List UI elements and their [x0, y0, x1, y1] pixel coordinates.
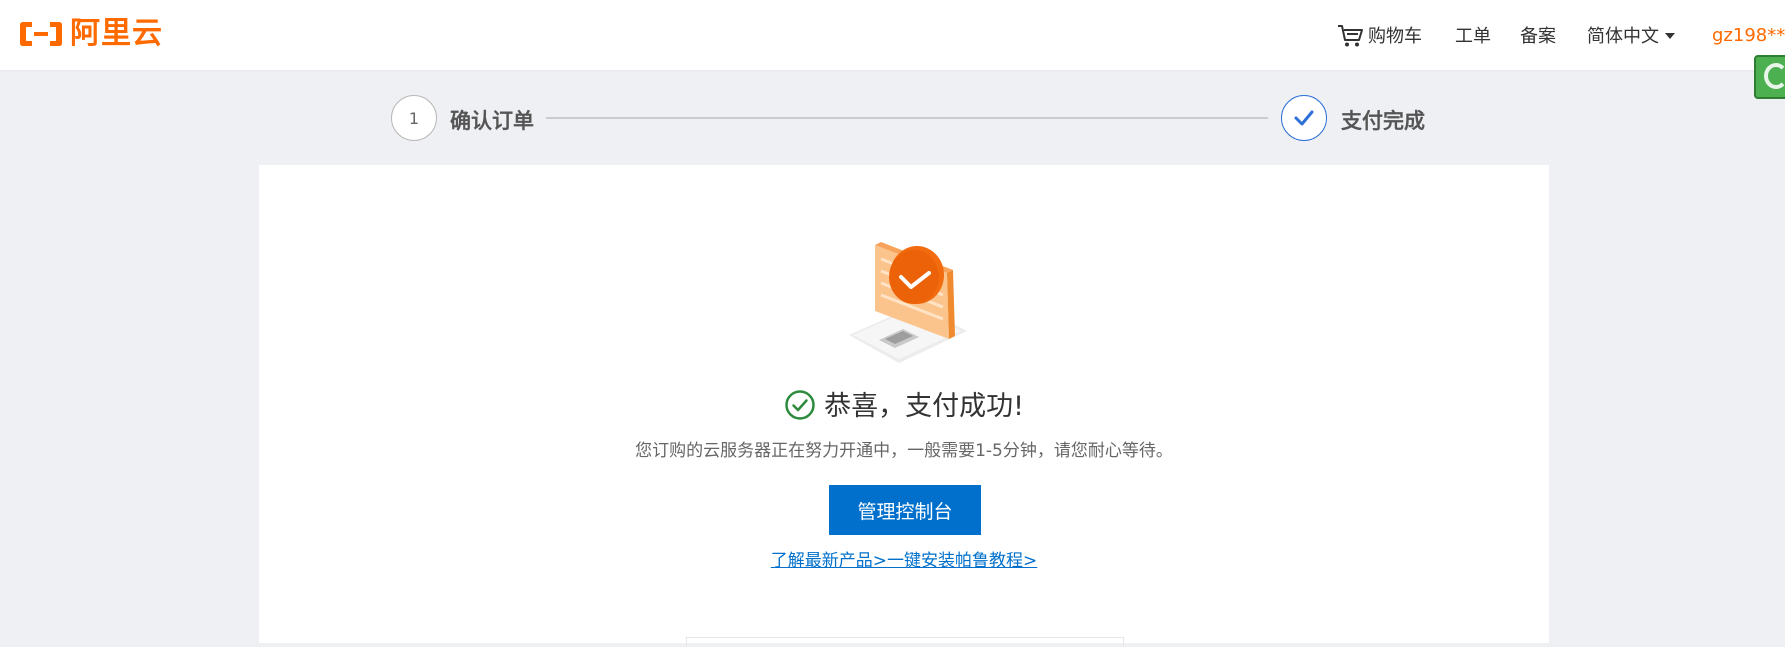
- caret-down-icon: [1665, 33, 1675, 39]
- step-1-circle: 1: [391, 95, 437, 141]
- step-2-circle: [1281, 95, 1327, 141]
- success-title-text: 恭喜，支付成功!: [824, 391, 1024, 422]
- floating-extension-icon[interactable]: [1754, 55, 1785, 99]
- language-selector[interactable]: 简体中文: [1587, 0, 1675, 70]
- management-console-button[interactable]: 管理控制台: [829, 485, 981, 535]
- learn-more-link[interactable]: 了解最新产品>一键安装帕鲁教程>: [259, 547, 1549, 575]
- step-connector-line: [546, 117, 1268, 119]
- language-label: 简体中文: [1587, 26, 1659, 47]
- payment-result-card: 恭喜，支付成功! 您订购的云服务器正在努力开通中，一般需要1-5分钟，请您耐心等…: [259, 165, 1549, 647]
- bottom-panel-edge: [686, 637, 1124, 647]
- filing-link[interactable]: 备案: [1520, 0, 1556, 70]
- aliyun-logo[interactable]: 阿里云: [18, 16, 163, 52]
- logo-text: 阿里云: [70, 16, 163, 51]
- checkmark-icon: [1294, 110, 1314, 126]
- step-1-label: 确认订单: [450, 109, 534, 133]
- step-2-label: 支付完成: [1341, 109, 1425, 133]
- shopping-cart-icon: [1338, 25, 1363, 47]
- ticket-link[interactable]: 工单: [1455, 0, 1491, 70]
- top-navigation-bar: 阿里云 购物车 工单 备案 简体中文 gz198****: [0, 0, 1785, 70]
- cart-label: 购物车: [1368, 26, 1422, 47]
- cart-link[interactable]: 购物车: [1336, 0, 1422, 70]
- success-subtitle: 您订购的云服务器正在努力开通中，一般需要1-5分钟，请您耐心等待。: [635, 441, 1173, 461]
- aliyun-logo-icon: [20, 22, 62, 46]
- success-title: 恭喜，支付成功!: [259, 387, 1549, 427]
- success-check-circle-icon: [785, 390, 815, 420]
- payment-success-illustration: [849, 242, 967, 363]
